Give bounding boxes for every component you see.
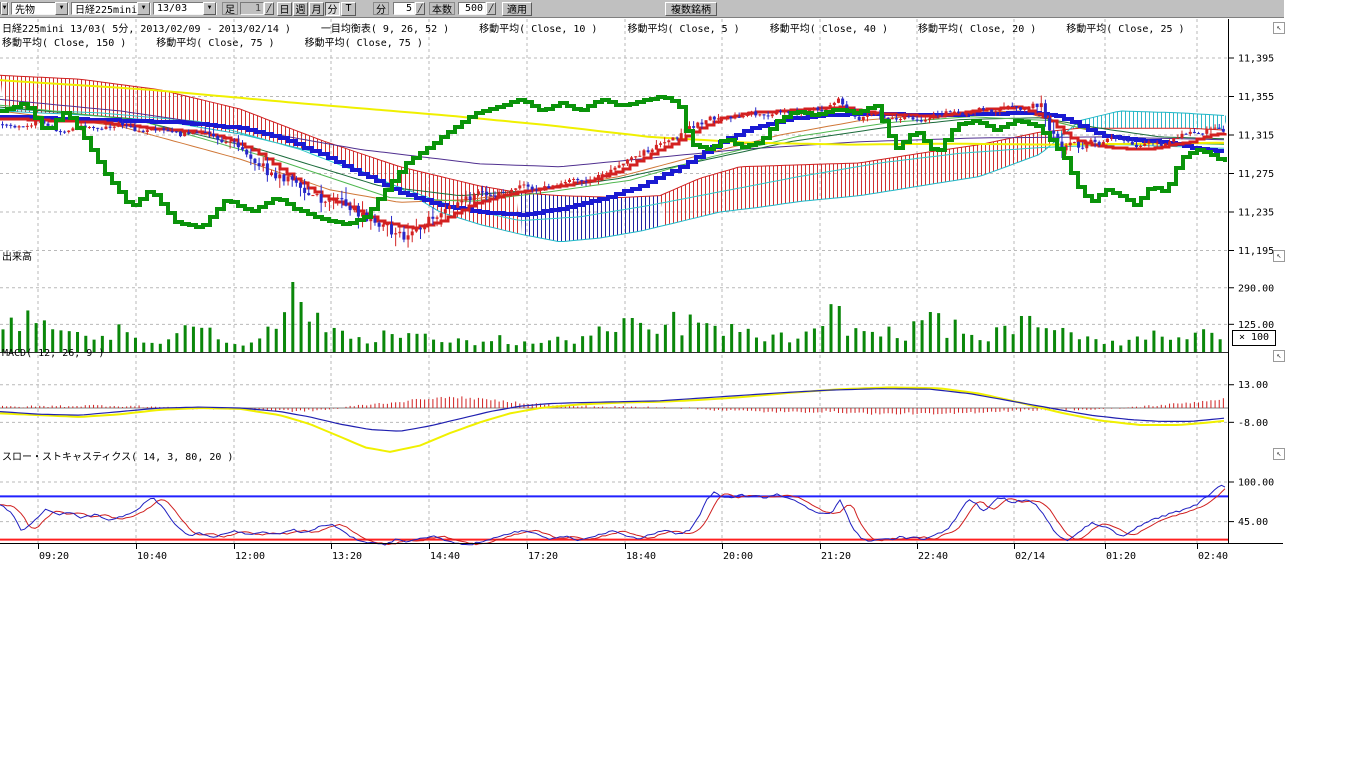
bar-type-label: 足 xyxy=(222,2,238,15)
stochastics-pane-label: スロー・ストキャスティクス( 14, 3, 80, 20 ) xyxy=(2,448,233,463)
svg-text:290.00: 290.00 xyxy=(1238,283,1274,294)
svg-text:-8.00: -8.00 xyxy=(1238,418,1268,429)
svg-text:18:40: 18:40 xyxy=(626,551,656,562)
resize-arrow-icon: ↖ xyxy=(1277,449,1282,458)
left-partial-combo[interactable]: ▼ xyxy=(0,2,9,15)
bar-count-label: 本数 xyxy=(429,2,455,15)
pane-resize-button-volume[interactable]: ↖ xyxy=(1273,250,1285,262)
svg-text:11,315: 11,315 xyxy=(1238,131,1274,142)
svg-text:20:00: 20:00 xyxy=(723,551,753,562)
spinner-icon[interactable]: ╱ xyxy=(264,2,274,15)
indicator-legend-item: 移動平均( Close, 5 ) xyxy=(627,24,739,35)
svg-text:21:20: 21:20 xyxy=(821,551,851,562)
bar-interval-value[interactable]: 1 xyxy=(240,2,264,15)
minute-label: 分 xyxy=(373,2,389,15)
spinner-icon[interactable]: ╱ xyxy=(415,2,425,15)
svg-text:100.00: 100.00 xyxy=(1238,478,1274,489)
bar-interval-stepper[interactable]: 1 ╱ xyxy=(240,2,274,15)
indicator-legend-item: 移動平均( Close, 150 ) xyxy=(2,38,126,49)
svg-text:02:40: 02:40 xyxy=(1198,551,1228,562)
chart-canvas[interactable]: 11,395 11,355 11,315 11,275 11,235 11,195 290.… xyxy=(0,18,1366,568)
chevron-down-icon[interactable]: ▼ xyxy=(1,2,8,15)
svg-text:01:20: 01:20 xyxy=(1106,551,1136,562)
volume-pane-label: 出来高 xyxy=(2,248,32,263)
pane-resize-button-stoch[interactable]: ↖ xyxy=(1273,448,1285,460)
svg-text:12:00: 12:00 xyxy=(235,551,265,562)
chevron-down-icon[interactable]: ▼ xyxy=(137,2,150,15)
symbol-combo-value: 日経225mini xyxy=(72,1,137,16)
svg-text:17:20: 17:20 xyxy=(528,551,558,562)
contract-month-value: 13/03 xyxy=(154,3,203,14)
svg-text:02/14: 02/14 xyxy=(1015,551,1045,562)
contract-month-combo[interactable]: 13/03 ▼ xyxy=(153,2,217,15)
period-month-button[interactable]: 月 xyxy=(309,2,324,16)
market-combo-value: 先物 xyxy=(12,1,55,16)
svg-text:14:40: 14:40 xyxy=(430,551,460,562)
svg-text:45.00: 45.00 xyxy=(1238,517,1268,528)
apply-button[interactable]: 適用 xyxy=(502,2,532,16)
pane-resize-button-macd[interactable]: ↖ xyxy=(1273,350,1285,362)
minute-stepper[interactable]: 5 ╱ xyxy=(393,2,425,15)
toolbar: ▼ 先物 ▼ 日経225mini ▼ 13/03 ▼ 足 1 ╱ 日 週 月 分… xyxy=(0,0,1284,18)
resize-arrow-icon: ↖ xyxy=(1277,351,1282,360)
svg-text:13.00: 13.00 xyxy=(1238,380,1268,391)
svg-text:22:40: 22:40 xyxy=(918,551,948,562)
indicator-legend-item: 移動平均( Close, 75 ) xyxy=(305,38,423,49)
chevron-down-icon[interactable]: ▼ xyxy=(203,2,216,15)
chart-header-row2: 移動平均( Close, 150 ) 移動平均( Close, 75 ) 移動平均(… xyxy=(2,34,453,49)
bar-count-stepper[interactable]: 500 ╱ xyxy=(458,2,496,15)
indicator-legend-item: 移動平均( Close, 10 ) xyxy=(479,24,597,35)
svg-text:11,275: 11,275 xyxy=(1238,169,1274,180)
indicator-legend-item: 移動平均( Close, 75 ) xyxy=(156,38,274,49)
multi-symbol-button[interactable]: 複数銘柄 xyxy=(665,2,717,16)
svg-text:13:20: 13:20 xyxy=(332,551,362,562)
pane-resize-button-price[interactable]: ↖ xyxy=(1273,22,1285,34)
stochastics-layer xyxy=(0,485,1228,545)
chart-header-row1: 日経225mini 13/03( 5分, 2013/02/09 - 2013/0… xyxy=(2,20,1215,35)
period-minute-button[interactable]: 分 xyxy=(325,2,340,16)
resize-arrow-icon: ↖ xyxy=(1277,251,1282,260)
minute-value[interactable]: 5 xyxy=(393,2,415,15)
spinner-icon[interactable]: ╱ xyxy=(486,2,496,15)
market-combo[interactable]: 先物 ▼ xyxy=(11,2,69,15)
svg-text:11,355: 11,355 xyxy=(1238,92,1274,103)
resize-arrow-icon: ↖ xyxy=(1277,23,1282,32)
volume-multiplier-badge: × 100 xyxy=(1232,330,1276,346)
svg-text:11,395: 11,395 xyxy=(1238,54,1274,65)
svg-text:09:20: 09:20 xyxy=(39,551,69,562)
indicator-legend-item: 移動平均( Close, 40 ) xyxy=(770,24,888,35)
indicator-legend-item: 移動平均( Close, 25 ) xyxy=(1066,24,1184,35)
chevron-down-icon[interactable]: ▼ xyxy=(55,2,68,15)
period-week-button[interactable]: 週 xyxy=(293,2,308,16)
period-tick-button[interactable]: T xyxy=(341,2,356,16)
macd-pane-label: MACD( 12, 26, 9 ) xyxy=(2,348,104,359)
symbol-combo[interactable]: 日経225mini ▼ xyxy=(71,2,151,15)
volume-bars-layer xyxy=(0,282,1228,353)
svg-text:11,195: 11,195 xyxy=(1238,246,1274,257)
bar-count-value[interactable]: 500 xyxy=(458,2,486,15)
macd-layer xyxy=(0,388,1228,452)
trading-app-window: ▼ 先物 ▼ 日経225mini ▼ 13/03 ▼ 足 1 ╱ 日 週 月 分… xyxy=(0,0,1366,768)
svg-text:10:40: 10:40 xyxy=(137,551,167,562)
period-day-button[interactable]: 日 xyxy=(277,2,292,16)
indicator-legend-item: 移動平均( Close, 20 ) xyxy=(918,24,1036,35)
svg-text:11,235: 11,235 xyxy=(1238,208,1274,219)
